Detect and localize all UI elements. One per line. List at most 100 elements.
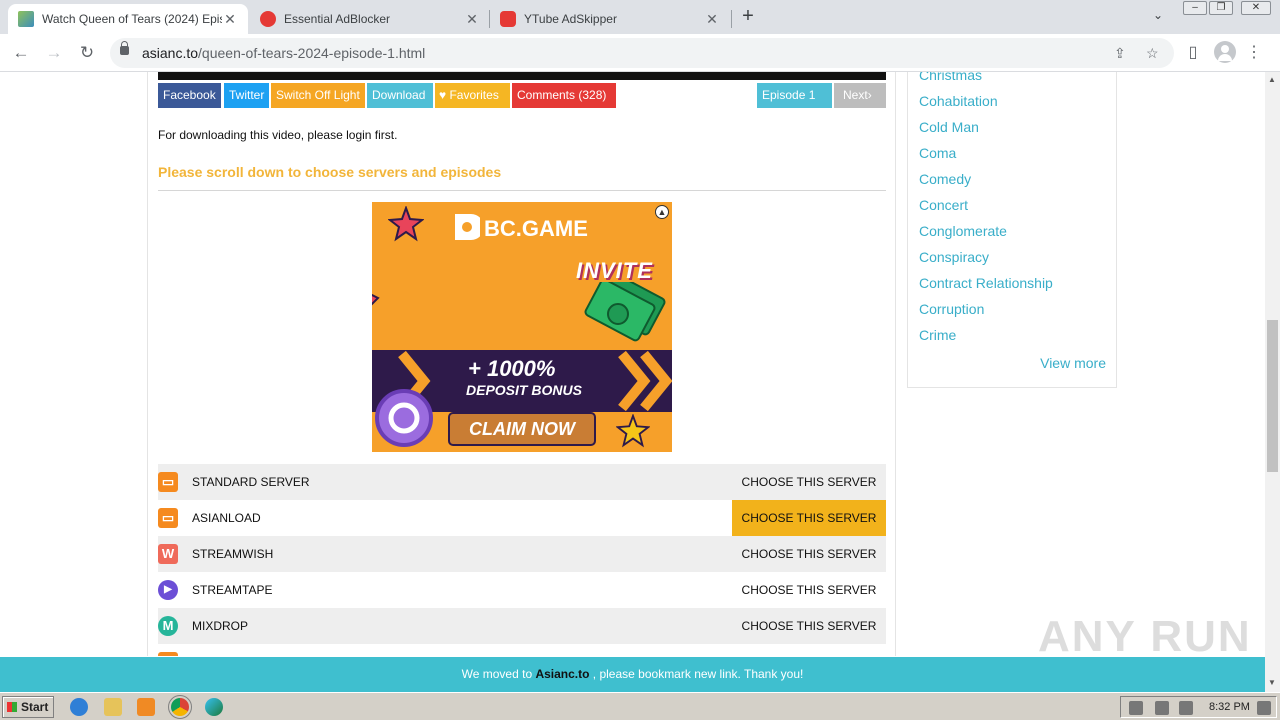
bc-game-logo-icon [455, 214, 480, 240]
new-tab-plus-icon[interactable]: + [737, 5, 759, 27]
server-name: STREAMWISH [192, 547, 274, 561]
windows-taskbar: Start 8:32 PM [0, 692, 1280, 720]
close-window-icon[interactable]: ✕ [1241, 1, 1271, 15]
genre-link-christmas[interactable]: Christmas [919, 72, 982, 83]
scrollbar-thumb[interactable] [1267, 320, 1278, 472]
edge-icon[interactable] [205, 698, 223, 716]
clock: 8:32 PM [1209, 701, 1250, 713]
lock-icon [120, 41, 129, 55]
partial-star-icon [372, 293, 380, 306]
flag-icon[interactable] [1179, 701, 1193, 715]
server-name: STANDARD SERVER [192, 475, 310, 489]
switch-off-light-button[interactable]: Switch Off Light [271, 83, 365, 108]
page-scrollbar[interactable]: ▲ ▼ [1265, 72, 1280, 692]
twitter-share-button[interactable]: Twitter [224, 83, 269, 108]
url-host: asianc.to [142, 45, 199, 61]
anyrun-watermark: ANY RUN [1038, 612, 1252, 661]
server-row-streamwish[interactable]: W STREAMWISH CHOOSE THIS SERVER [158, 536, 886, 572]
url-text: asianc.to/queen-of-tears-2024-episode-1.… [142, 45, 425, 61]
minimize-icon[interactable]: – [1183, 1, 1207, 15]
server-name: MIXDROP [192, 619, 249, 633]
bookmark-star-icon[interactable]: ☆ [1146, 45, 1159, 62]
page-viewport: Facebook Twitter Switch Off Light Downlo… [0, 72, 1265, 656]
gold-star-icon [616, 414, 650, 448]
divider [158, 190, 886, 191]
choose-server-button[interactable]: CHOOSE THIS SERVER [732, 500, 886, 536]
next-episode-button[interactable]: Next› [834, 83, 886, 108]
video-player-bottom[interactable] [158, 72, 886, 80]
server-row-standard[interactable]: ▭ STANDARD SERVER CHOOSE THIS SERVER [158, 464, 886, 500]
tab-queen-of-tears[interactable]: Watch Queen of Tears (2024) Episode ✕ [8, 4, 248, 34]
volume-icon[interactable] [1129, 701, 1143, 715]
profile-avatar-icon[interactable] [1214, 41, 1236, 63]
episode-button[interactable]: Episode 1 [757, 83, 832, 108]
choose-server-button[interactable]: CHOOSE THIS SERVER [732, 608, 886, 644]
network-icon[interactable] [1155, 701, 1169, 715]
moved-prefix: We moved to [461, 667, 536, 681]
comments-button[interactable]: Comments (328) [512, 83, 616, 108]
show-desktop-icon[interactable] [1257, 701, 1271, 715]
chrome-icon[interactable] [168, 695, 192, 719]
genre-link-conspiracy[interactable]: Conspiracy [919, 249, 989, 265]
tab-close-icon[interactable]: ✕ [704, 11, 720, 28]
facebook-share-button[interactable]: Facebook [158, 83, 221, 108]
server-row-mixdrop[interactable]: M MIXDROP CHOOSE THIS SERVER [158, 608, 886, 644]
claim-now-button[interactable]: CLAIM NOW [448, 412, 596, 446]
tab-separator [731, 10, 732, 28]
favorites-button[interactable]: ♥ Favorites [435, 83, 510, 108]
heart-icon: ♥ [439, 88, 450, 102]
server-row-partial[interactable] [158, 644, 886, 656]
ad-bonus-label: DEPOSIT BONUS [466, 382, 582, 398]
view-more-link[interactable]: View more [1040, 355, 1106, 371]
scroll-down-arrow-icon[interactable]: ▼ [1268, 678, 1276, 687]
file-explorer-icon[interactable] [104, 698, 122, 716]
back-arrow-icon[interactable]: ← [10, 42, 32, 64]
download-button[interactable]: Download [367, 83, 433, 108]
genre-link-comedy[interactable]: Comedy [919, 171, 971, 187]
genre-link-conglomerate[interactable]: Conglomerate [919, 223, 1007, 239]
choose-server-button[interactable]: CHOOSE THIS SERVER [732, 572, 886, 608]
tab-close-icon[interactable]: ✕ [222, 11, 238, 28]
tab-close-icon[interactable]: ✕ [464, 11, 480, 28]
chevron-right-icon: › [867, 88, 872, 102]
next-label: Next [843, 88, 868, 102]
purple-chip-icon [375, 389, 433, 447]
genre-link-concert[interactable]: Concert [919, 197, 968, 213]
adchoices-icon[interactable]: ▲ [655, 205, 669, 219]
server-row-streamtape[interactable]: ▶ STREAMTAPE CHOOSE THIS SERVER [158, 572, 886, 608]
tab-search-chevron-icon[interactable]: ⌄ [1153, 8, 1163, 22]
scroll-up-arrow-icon[interactable]: ▲ [1268, 75, 1276, 84]
media-player-icon[interactable] [137, 698, 155, 716]
advertisement-banner[interactable]: BC.GAME ▲ INVITE + 1000% DEPOSIT BONUS C… [372, 202, 672, 452]
tab-title: Essential AdBlocker [284, 12, 391, 26]
start-button[interactable]: Start [2, 696, 54, 718]
browser-toolbar: ← → ↻ asianc.to/queen-of-tears-2024-epis… [0, 34, 1280, 72]
menu-kebab-icon[interactable]: ⋮ [1243, 42, 1265, 64]
standard-server-icon: ▭ [158, 472, 178, 492]
genre-sidebar: Christmas Cohabitation Cold Man Coma Com… [907, 72, 1117, 388]
tab-essential-adblocker[interactable]: Essential AdBlocker ✕ [250, 4, 490, 34]
moved-suffix: , please bookmark new link. Thank you! [589, 667, 804, 681]
choose-server-button[interactable]: CHOOSE THIS SERVER [732, 536, 886, 572]
asianload-icon: ▭ [158, 508, 178, 528]
reload-icon[interactable]: ↻ [76, 42, 98, 64]
genre-link-coma[interactable]: Coma [919, 145, 956, 161]
moved-link[interactable]: Asianc.to [535, 667, 589, 681]
tab-ytube-adskipper[interactable]: YTube AdSkipper ✕ [490, 4, 730, 34]
genre-link-cold-man[interactable]: Cold Man [919, 119, 979, 135]
address-bar[interactable]: asianc.to/queen-of-tears-2024-episode-1.… [110, 38, 1174, 68]
server-row-asianload[interactable]: ▭ ASIANLOAD CHOOSE THIS SERVER [158, 500, 886, 536]
internet-explorer-icon[interactable] [70, 698, 88, 716]
share-icon[interactable]: ⇪ [1114, 45, 1126, 62]
choose-server-button[interactable]: CHOOSE THIS SERVER [732, 464, 886, 500]
cash-stack-icon [584, 282, 666, 342]
genre-link-contract-relationship[interactable]: Contract Relationship [919, 275, 1053, 291]
moved-notice-bar: We moved to Asianc.to , please bookmark … [0, 657, 1265, 692]
genre-link-corruption[interactable]: Corruption [919, 301, 984, 317]
adblocker-favicon-icon [260, 11, 276, 27]
maximize-icon[interactable]: ❐ [1209, 1, 1233, 15]
forward-arrow-icon[interactable]: → [43, 42, 65, 64]
genre-link-cohabitation[interactable]: Cohabitation [919, 93, 998, 109]
genre-link-crime[interactable]: Crime [919, 327, 956, 343]
side-panel-icon[interactable]: ▯ [1182, 42, 1204, 64]
